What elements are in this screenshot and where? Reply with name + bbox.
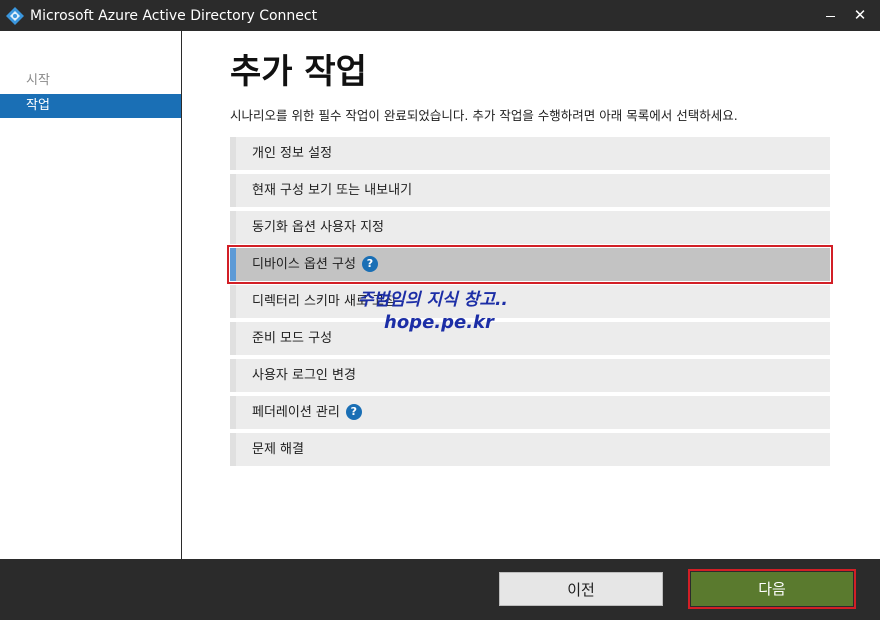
page-title: 추가 작업 — [230, 52, 367, 92]
task-accent-bar — [230, 285, 236, 318]
task-accent-bar — [230, 396, 236, 429]
task-manage-federation[interactable]: 페더레이션 관리? — [230, 396, 830, 429]
previous-button[interactable]: 이전 — [499, 572, 663, 606]
task-view-export-config[interactable]: 현재 구성 보기 또는 내보내기 — [230, 174, 830, 207]
intro-text: 시나리오를 위한 필수 작업이 완료되었습니다. 추가 작업을 수행하려면 아래… — [230, 108, 738, 123]
task-label: 현재 구성 보기 또는 내보내기 — [252, 183, 413, 198]
task-configure-device-options[interactable]: 디바이스 옵션 구성? — [227, 245, 833, 284]
task-troubleshoot[interactable]: 문제 해결 — [230, 433, 830, 466]
task-label: 개인 정보 설정 — [252, 146, 333, 161]
window-title: Microsoft Azure Active Directory Connect — [30, 8, 318, 24]
task-accent-bar — [230, 359, 236, 392]
task-label-text: 디바이스 옵션 구성 — [252, 257, 356, 272]
task-customize-sync-options[interactable]: 동기화 옵션 사용자 지정 — [230, 211, 830, 244]
main-panel: 추가 작업 시나리오를 위한 필수 작업이 완료되었습니다. 추가 작업을 수행… — [182, 31, 880, 559]
task-label: 디바이스 옵션 구성? — [252, 255, 378, 274]
task-accent-bar — [230, 433, 236, 466]
task-accent-bar — [230, 211, 236, 244]
task-change-user-sign-in[interactable]: 사용자 로그인 변경 — [230, 359, 830, 392]
watermark-text: 주범임의 지식 창고.. — [358, 290, 508, 310]
azure-diamond-icon — [6, 7, 24, 25]
task-label: 페더레이션 관리? — [252, 403, 362, 422]
task-label: 준비 모드 구성 — [252, 331, 333, 346]
task-configure-staging-mode[interactable]: 준비 모드 구성 — [230, 322, 830, 355]
sidebar-item-start[interactable]: 시작 — [0, 69, 181, 93]
task-accent-bar — [230, 248, 236, 281]
task-privacy-settings[interactable]: 개인 정보 설정 — [230, 137, 830, 170]
task-label: 문제 해결 — [252, 442, 304, 457]
close-icon: ✕ — [853, 6, 867, 24]
additional-tasks-list: 개인 정보 설정 현재 구성 보기 또는 내보내기 동기화 옵션 사용자 지정 … — [227, 137, 833, 470]
title-bar[interactable]: Microsoft Azure Active Directory Connect… — [0, 0, 880, 31]
task-refresh-directory-schema[interactable]: 디렉터리 스키마 새로 고침 — [230, 285, 830, 318]
task-accent-bar — [230, 137, 236, 170]
task-label: 사용자 로그인 변경 — [252, 368, 356, 383]
task-accent-bar — [230, 322, 236, 355]
wizard-sidebar: 시작 작업 — [0, 31, 182, 559]
wizard-footer: 이전 다음 — [0, 559, 880, 620]
close-button[interactable]: ✕ — [846, 0, 874, 31]
minimize-icon — [826, 16, 835, 17]
next-button[interactable]: 다음 — [688, 569, 856, 609]
task-label: 동기화 옵션 사용자 지정 — [252, 220, 384, 235]
azure-ad-connect-window: Microsoft Azure Active Directory Connect… — [0, 0, 880, 620]
task-label-text: 페더레이션 관리 — [252, 405, 340, 420]
help-icon[interactable]: ? — [345, 404, 362, 420]
watermark-url: hope.pe.kr — [384, 312, 494, 333]
help-icon[interactable]: ? — [361, 256, 378, 272]
minimize-button[interactable] — [816, 0, 844, 31]
sidebar-item-tasks[interactable]: 작업 — [0, 94, 181, 118]
task-accent-bar — [230, 174, 236, 207]
